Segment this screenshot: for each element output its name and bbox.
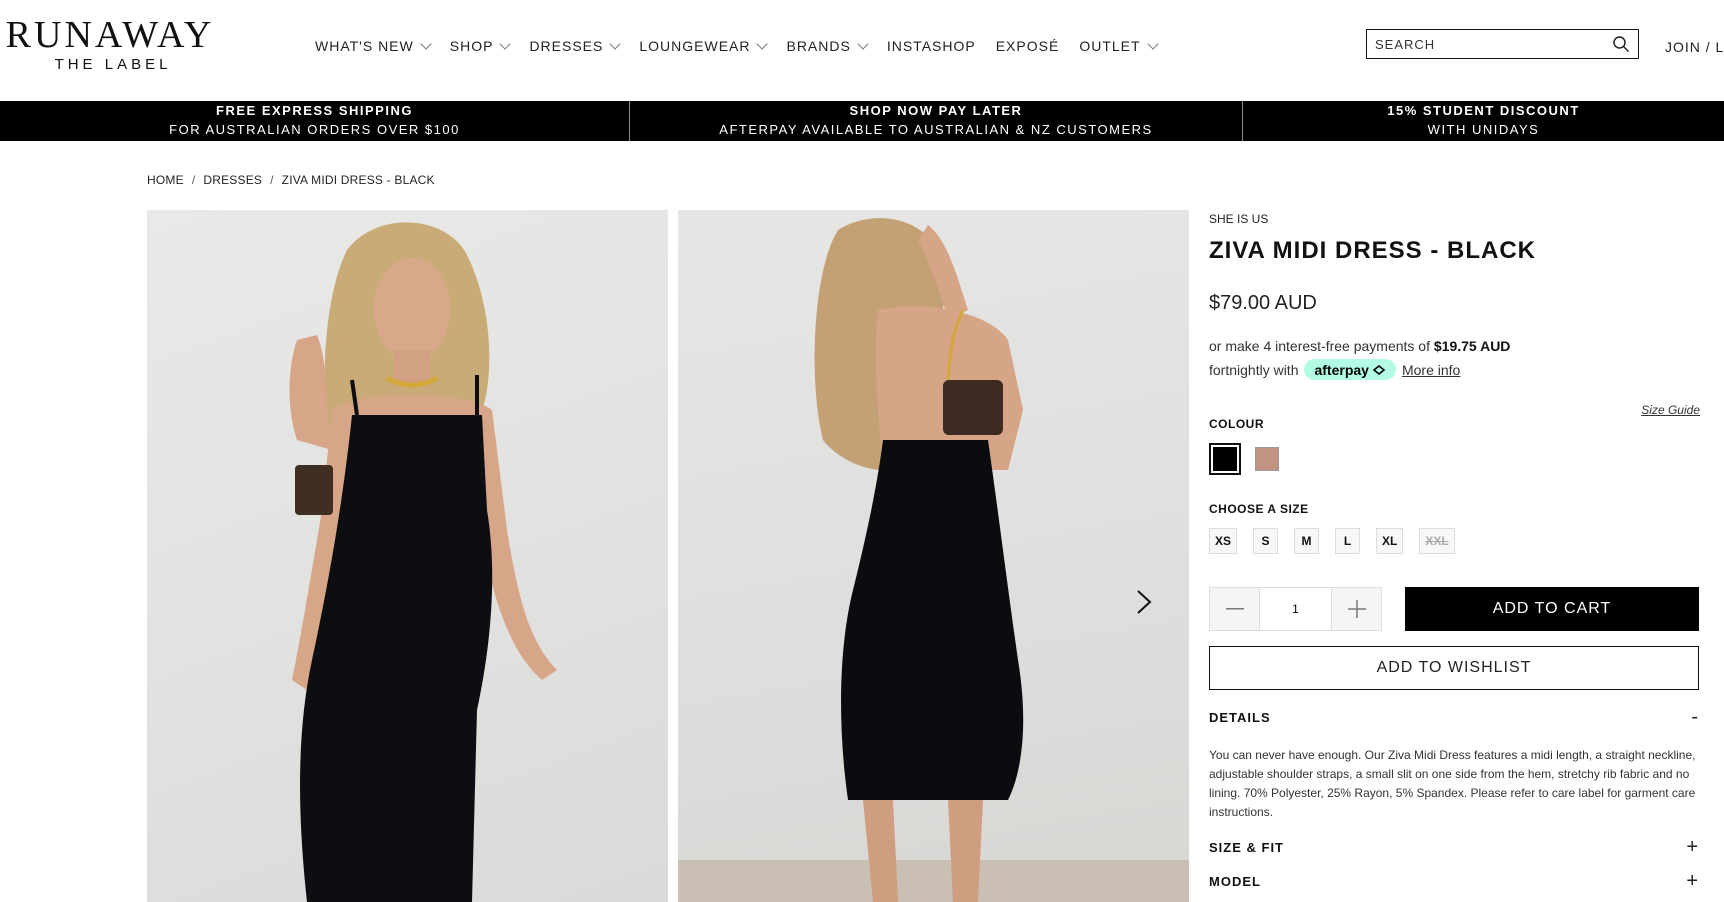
chevron-down-icon — [499, 38, 512, 50]
nav-item-expose[interactable]: EXPOSÉ — [996, 38, 1060, 54]
expand-icon: + — [1686, 870, 1699, 892]
nav-item-label: DRESSES — [529, 38, 604, 54]
collapse-icon: - — [1691, 706, 1699, 728]
minus-icon — [1225, 608, 1244, 610]
more-info-link[interactable]: More info — [1402, 362, 1460, 378]
main-nav: WHAT'S NEW SHOP DRESSES LOUNGEWEAR BRAND… — [315, 38, 1177, 54]
size-option-m[interactable]: M — [1294, 528, 1320, 554]
size-option-l[interactable]: L — [1335, 528, 1361, 554]
promo-shipping[interactable]: FREE EXPRESS SHIPPING FOR AUSTRALIAN ORD… — [0, 101, 630, 141]
promo-title: SHOP NOW PAY LATER — [849, 103, 1023, 118]
nav-item-label: SHOP — [449, 38, 494, 54]
size-label: CHOOSE A SIZE — [1209, 502, 1309, 516]
colour-label: COLOUR — [1209, 417, 1264, 431]
accordion-model[interactable]: MODEL + — [1209, 870, 1699, 892]
quantity-stepper — [1209, 587, 1382, 631]
swatch-black[interactable] — [1209, 443, 1241, 475]
site-header: RUNAWAY THE LABEL WHAT'S NEW SHOP DRESSE… — [0, 0, 1724, 101]
breadcrumb-current: ZIVA MIDI DRESS - BLACK — [281, 173, 435, 187]
join-login-link[interactable]: JOIN / LO — [1665, 39, 1724, 55]
product-title: ZIVA MIDI DRESS - BLACK — [1209, 237, 1536, 264]
afterpay-prefix: or make 4 interest-free payments of — [1209, 338, 1430, 354]
promo-title: FREE EXPRESS SHIPPING — [216, 103, 413, 118]
logo-main-text: RUNAWAY — [5, 14, 215, 56]
promo-subtitle: AFTERPAY AVAILABLE TO AUSTRALIAN & NZ CU… — [719, 122, 1153, 137]
afterpay-line: fortnightly with afterpay More info — [1209, 359, 1460, 380]
promo-bar: FREE EXPRESS SHIPPING FOR AUSTRALIAN ORD… — [0, 101, 1724, 141]
nav-item-brands[interactable]: BRANDS — [786, 38, 869, 54]
nav-item-label: LOUNGEWEAR — [639, 38, 751, 54]
accordion-details-title: DETAILS — [1209, 710, 1271, 725]
add-to-cart-button[interactable]: ADD TO CART — [1405, 587, 1699, 631]
afterpay-suffix: fortnightly with — [1209, 361, 1299, 378]
expand-icon: + — [1686, 836, 1699, 858]
nav-item-label: OUTLET — [1079, 38, 1141, 54]
add-to-wishlist-button[interactable]: ADD TO WISHLIST — [1209, 646, 1699, 690]
afterpay-logo-text: afterpay — [1314, 361, 1369, 378]
nav-item-label: EXPOSÉ — [995, 38, 1060, 54]
colour-swatches — [1209, 443, 1279, 475]
product-price: $79.00 AUD — [1209, 292, 1317, 314]
search-box — [1366, 29, 1639, 59]
breadcrumb-category[interactable]: DRESSES — [203, 173, 262, 187]
size-option-xl[interactable]: XL — [1376, 528, 1404, 554]
quantity-decrease-button[interactable] — [1210, 588, 1259, 630]
logo-sub-text: THE LABEL — [54, 56, 172, 73]
size-option-xs[interactable]: XS — [1209, 528, 1238, 554]
nav-item-shop[interactable]: SHOP — [449, 38, 512, 54]
promo-subtitle: WITH UNIDAYS — [1427, 122, 1540, 137]
chevron-down-icon — [420, 38, 432, 50]
accordion-model-title: MODEL — [1209, 874, 1261, 889]
breadcrumb-separator: / — [191, 173, 196, 187]
size-guide-link[interactable]: Size Guide — [1641, 403, 1700, 417]
details-description: You can never have enough. Our Ziva Midi… — [1209, 748, 1696, 819]
product-image-front[interactable] — [147, 210, 668, 902]
afterpay-logo: afterpay — [1304, 359, 1396, 380]
afterpay-message: or make 4 interest-free payments of $19.… — [1209, 338, 1510, 354]
promo-afterpay[interactable]: SHOP NOW PAY LATER AFTERPAY AVAILABLE TO… — [630, 101, 1243, 141]
nav-item-label: BRANDS — [786, 38, 851, 54]
size-option-s[interactable]: S — [1253, 528, 1279, 554]
model-back-illustration — [678, 218, 1189, 902]
promo-subtitle: FOR AUSTRALIAN ORDERS OVER $100 — [169, 122, 460, 137]
model-front-illustration — [289, 222, 557, 902]
breadcrumb: HOME / DRESSES / ZIVA MIDI DRESS - BLACK — [147, 173, 435, 187]
quantity-increase-button[interactable] — [1332, 588, 1381, 630]
swatch-tan[interactable] — [1255, 447, 1279, 471]
product-brand[interactable]: SHE IS US — [1209, 212, 1268, 226]
quantity-input[interactable] — [1259, 588, 1332, 630]
accordion-size-fit-title: SIZE & FIT — [1209, 840, 1284, 855]
promo-title: 15% STUDENT DISCOUNT — [1387, 103, 1580, 118]
chevron-right-icon[interactable] — [1132, 588, 1156, 616]
chevron-down-icon — [1146, 38, 1159, 50]
afterpay-arrows-icon — [1372, 364, 1386, 375]
search-icon[interactable] — [1612, 35, 1630, 53]
site-logo[interactable]: RUNAWAY THE LABEL — [5, 16, 215, 73]
chevron-down-icon — [609, 38, 622, 50]
chevron-down-icon — [756, 38, 769, 50]
nav-item-dresses[interactable]: DRESSES — [529, 38, 622, 54]
accordion-details[interactable]: DETAILS - — [1209, 706, 1699, 728]
chevron-down-icon — [857, 38, 869, 50]
nav-item-instashop[interactable]: INSTASHOP — [887, 38, 976, 54]
nav-item-label: WHAT'S NEW — [315, 38, 414, 54]
nav-item-loungewear[interactable]: LOUNGEWEAR — [639, 38, 769, 54]
plus-icon — [1347, 600, 1366, 618]
size-option-xxl: XXL — [1419, 528, 1455, 554]
breadcrumb-separator: / — [270, 173, 274, 187]
search-input[interactable] — [1375, 36, 1605, 52]
nav-item-outlet[interactable]: OUTLET — [1079, 38, 1159, 54]
accordion-size-fit[interactable]: SIZE & FIT + — [1209, 836, 1699, 858]
breadcrumb-home[interactable]: HOME — [147, 173, 184, 187]
swatch-black-fill — [1213, 447, 1237, 471]
product-image-back[interactable] — [678, 210, 1189, 902]
nav-item-whats-new[interactable]: WHAT'S NEW — [315, 38, 432, 54]
size-options: XS S M L XL XXL — [1209, 528, 1455, 554]
nav-item-label: INSTASHOP — [886, 38, 976, 54]
afterpay-amount: $19.75 AUD — [1433, 338, 1511, 354]
promo-student[interactable]: 15% STUDENT DISCOUNT WITH UNIDAYS — [1243, 101, 1724, 141]
